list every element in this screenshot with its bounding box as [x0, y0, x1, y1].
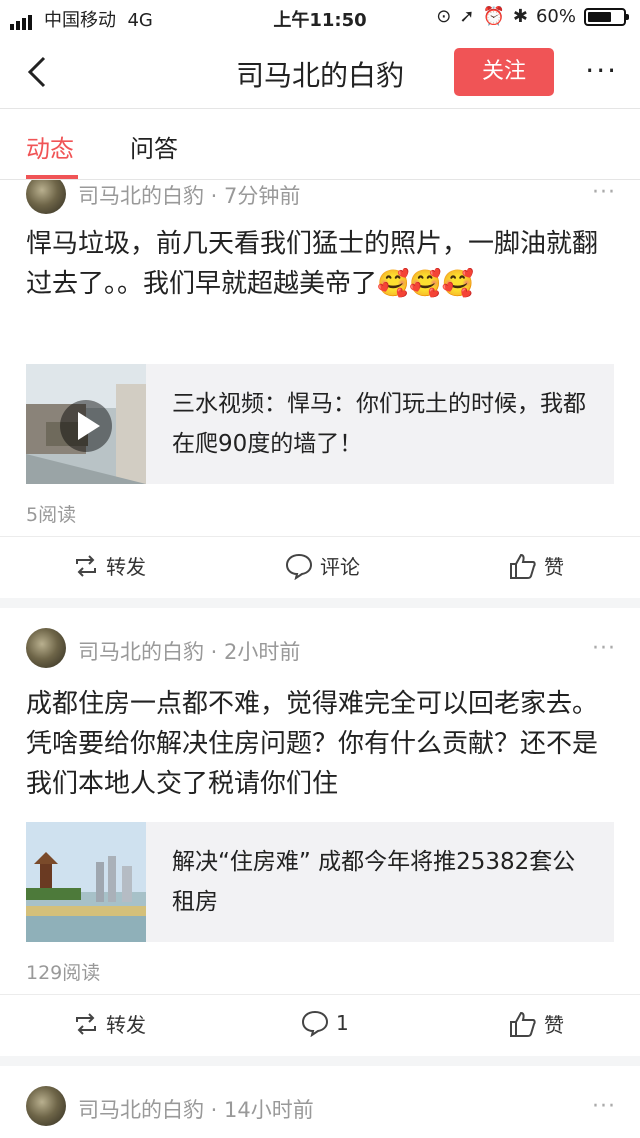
link-title: 三水视频：悍马：你们玩土的时候，我都在爬90度的墙了！: [172, 391, 586, 457]
thumbs-up-icon: [510, 1011, 536, 1037]
repost-icon: [76, 554, 96, 577]
post-card: 司马北的白豹 · 2小时前 ··· 成都住房一点都不难，觉得难完全可以回老家去。…: [0, 608, 640, 1056]
repost-button[interactable]: 转发: [72, 1009, 146, 1038]
comment-label: 评论: [320, 555, 360, 579]
comment-button[interactable]: 1: [300, 1009, 349, 1037]
follow-button[interactable]: 关注: [454, 48, 554, 96]
bluetooth-icon: ✱: [512, 6, 528, 27]
comment-icon: [285, 553, 313, 580]
author-name[interactable]: 司马北的白豹: [78, 184, 204, 208]
comment-icon: [301, 1010, 329, 1037]
nav-bar: 司马北的白豹 关注 ···: [0, 36, 640, 109]
post-more-icon[interactable]: ···: [592, 180, 616, 205]
video-thumbnail[interactable]: [26, 364, 146, 484]
battery-icon: [584, 7, 629, 26]
post-time: 2小时前: [224, 640, 301, 664]
battery-percent: 60%: [535, 6, 576, 27]
like-button[interactable]: 赞: [508, 551, 564, 580]
post-text: 悍马垃圾，前几天看我们猛士的照片，一脚油就翻过去了。。我们早就超越美帝了🥰🥰🥰: [26, 229, 599, 299]
tab-dynamics[interactable]: 动态: [26, 129, 74, 164]
post-card: 司马北的白豹 · 14小时前 ···: [0, 1066, 640, 1138]
link-card[interactable]: 解决“住房难” 成都今年将推25382套公租房: [26, 822, 614, 942]
avatar[interactable]: [26, 628, 66, 668]
tab-qa[interactable]: 问答: [130, 129, 178, 164]
comment-count: 1: [336, 1011, 349, 1035]
repost-icon: [76, 1012, 96, 1035]
alarm-icon: ⏰: [482, 6, 505, 27]
repost-label: 转发: [106, 555, 146, 579]
repost-label: 转发: [106, 1013, 146, 1037]
location-icon: ➚: [459, 6, 475, 27]
thumbs-up-icon: [510, 553, 536, 579]
post-actions: 转发 评论 赞: [0, 536, 640, 597]
article-thumbnail[interactable]: [26, 822, 146, 942]
link-title: 解决“住房难” 成都今年将推25382套公租房: [172, 849, 576, 915]
author-name[interactable]: 司马北的白豹: [78, 1098, 204, 1122]
like-button[interactable]: 赞: [508, 1009, 564, 1038]
post-time: 14小时前: [224, 1098, 314, 1122]
post-more-icon[interactable]: ···: [592, 636, 616, 661]
post-more-icon[interactable]: ···: [592, 1094, 616, 1119]
avatar[interactable]: [26, 180, 66, 214]
more-menu-icon[interactable]: ···: [585, 57, 618, 85]
post-meta: 司马北的白豹 · 14小时前: [78, 1098, 314, 1122]
link-card[interactable]: 三水视频：悍马：你们玩土的时候，我都在爬90度的墙了！: [26, 364, 614, 484]
post-card: 司马北的白豹 · 7分钟前 ··· 悍马垃圾，前几天看我们猛士的照片，一脚油就翻…: [0, 180, 640, 598]
like-label: 赞: [544, 555, 564, 579]
read-count: 5阅读: [26, 504, 77, 526]
like-label: 赞: [544, 1013, 564, 1037]
post-text: 成都住房一点都不难，觉得难完全可以回老家去。凭啥要给你解决住房问题？你有什么贡献…: [26, 689, 599, 799]
post-actions: 转发 1 赞: [0, 994, 640, 1055]
read-count: 129阅读: [26, 962, 101, 984]
post-meta: 司马北的白豹 · 2小时前: [78, 640, 301, 664]
comment-button[interactable]: 评论: [284, 551, 360, 580]
status-bar: 中国移动 4G 上午11:50 ⊙ ➚ ⏰ ✱ 60%: [0, 0, 640, 36]
post-time: 7分钟前: [224, 184, 301, 208]
tab-bar: 动态 问答: [0, 109, 640, 180]
repost-button[interactable]: 转发: [72, 551, 146, 580]
post-meta: 司马北的白豹 · 7分钟前: [78, 184, 301, 208]
author-name[interactable]: 司马北的白豹: [78, 640, 204, 664]
rotation-lock-icon: ⊙: [436, 6, 452, 27]
avatar[interactable]: [26, 1086, 66, 1126]
tab-active-indicator: [26, 175, 78, 179]
